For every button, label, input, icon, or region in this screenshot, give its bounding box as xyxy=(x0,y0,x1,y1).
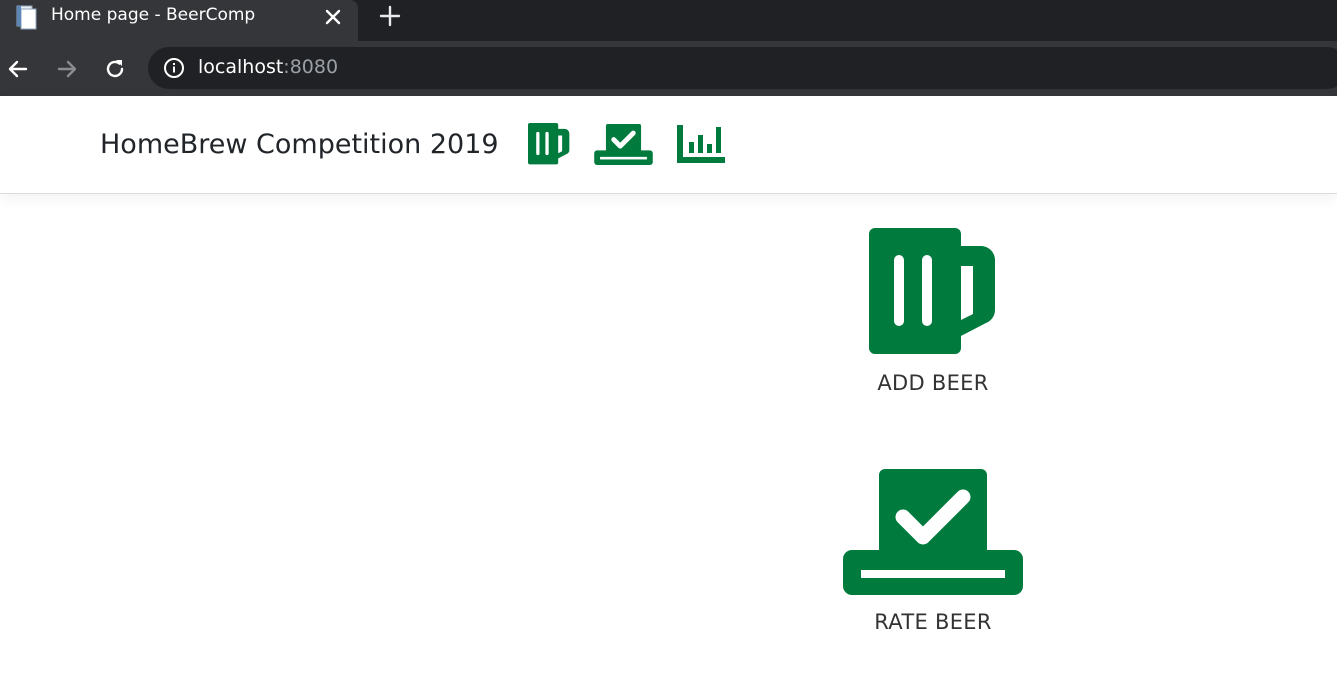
site-info-icon[interactable] xyxy=(163,57,185,79)
url-port: :8080 xyxy=(283,56,339,78)
brand-title[interactable]: HomeBrew Competition 2019 xyxy=(100,129,499,160)
address-bar[interactable]: localhost:8080 xyxy=(148,47,1337,89)
reload-icon[interactable] xyxy=(102,56,128,82)
add-beer-button[interactable]: ADD BEER xyxy=(860,228,1006,395)
rate-beer-label: RATE BEER xyxy=(874,610,992,634)
large-vote-box-icon xyxy=(843,469,1023,595)
forward-arrow-icon[interactable] xyxy=(54,56,80,82)
tab-title: Home page - BeerComp xyxy=(51,5,256,25)
back-arrow-icon[interactable] xyxy=(5,56,31,82)
nav-vote-box-icon[interactable] xyxy=(593,124,654,165)
rate-beer-button[interactable]: RATE BEER xyxy=(833,469,1033,634)
large-beer-mug-icon xyxy=(869,228,995,354)
site-navbar: HomeBrew Competition 2019 xyxy=(0,96,1337,194)
close-tab-icon[interactable] xyxy=(322,6,344,28)
new-tab-plus-icon[interactable] xyxy=(378,4,402,28)
url-host: localhost xyxy=(198,56,284,78)
nav-bar-chart-icon[interactable] xyxy=(677,125,725,163)
page-favicon-icon xyxy=(14,4,40,30)
add-beer-label: ADD BEER xyxy=(877,371,989,395)
nav-beer-mug-icon[interactable] xyxy=(527,123,571,165)
browser-toolbar: localhost:8080 xyxy=(0,41,1337,96)
browser-tabstrip: Home page - BeerComp xyxy=(0,0,1337,41)
browser-tab[interactable]: Home page - BeerComp xyxy=(0,0,358,41)
url-text: localhost:8080 xyxy=(198,56,338,78)
